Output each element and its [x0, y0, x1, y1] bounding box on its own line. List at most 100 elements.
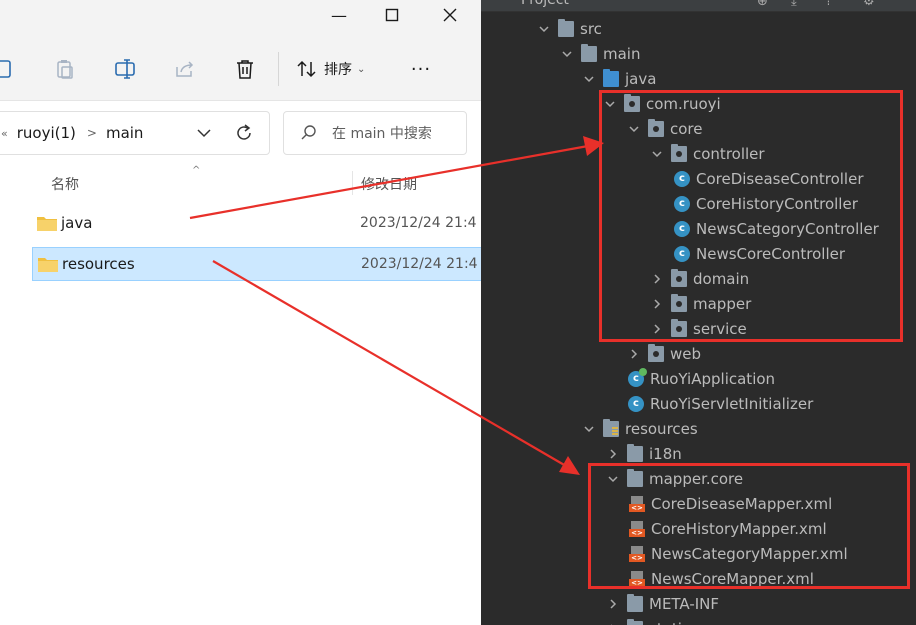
address-row: « ruoyi(1) > main 在 main 中搜索: [0, 101, 481, 165]
chevron-down-icon[interactable]: [583, 73, 595, 85]
tree-node-label: resources: [625, 419, 698, 438]
tree-node-newscategorymapper-xml[interactable]: <> NewsCategoryMapper.xml: [629, 541, 848, 566]
sort-ascending-icon: ^: [192, 165, 201, 176]
tree-node-label: RuoYiServletInitializer: [650, 394, 814, 413]
tree-node-i18n[interactable]: i18n: [607, 441, 682, 466]
locate-icon[interactable]: ⊕: [757, 0, 768, 9]
chevron-right-icon[interactable]: [651, 273, 663, 285]
expand-icon[interactable]: ⇡: [823, 0, 834, 9]
toolbar-divider: [278, 52, 279, 86]
breadcrumb-item-ruoyi[interactable]: ruoyi(1): [17, 124, 76, 142]
tree-node-newscategorycontroller[interactable]: c NewsCategoryController: [674, 216, 879, 241]
folder-icon: [627, 593, 643, 612]
rename-button[interactable]: [112, 56, 138, 82]
tree-node-core[interactable]: core: [628, 116, 703, 141]
share-button[interactable]: [172, 56, 198, 82]
file-explorer-window: — 排序 ⌄ ··· « ruoyi(1) > main 在 main 中搜索 …: [0, 0, 481, 625]
refresh-icon[interactable]: [233, 122, 255, 144]
tree-node-label: CoreHistoryController: [696, 194, 858, 213]
tree-node-label: com.ruoyi: [646, 94, 721, 113]
column-header-name[interactable]: 名称: [51, 174, 79, 194]
chevron-right-icon[interactable]: [628, 348, 640, 360]
tree-node-meta-inf[interactable]: META-INF: [607, 591, 719, 616]
delete-button[interactable]: [232, 56, 258, 82]
tree-node-resources[interactable]: resources: [583, 416, 698, 441]
minimize-button[interactable]: —: [311, 0, 367, 30]
maximize-button[interactable]: [364, 0, 420, 30]
file-row-java[interactable]: java 2023/12/24 21:4: [32, 207, 481, 241]
file-date: 2023/12/24 21:4: [361, 256, 478, 272]
tree-node-corediseasemapper-xml[interactable]: <> CoreDiseaseMapper.xml: [629, 491, 832, 516]
tree-node-newscoremapper-xml[interactable]: <> NewsCoreMapper.xml: [629, 566, 814, 591]
package-icon: [671, 268, 687, 287]
file-name: java: [61, 214, 93, 232]
close-icon: [443, 8, 457, 22]
search-icon: [301, 125, 316, 140]
tree-node-label: META-INF: [649, 594, 720, 613]
gear-icon[interactable]: ⚙: [863, 0, 875, 9]
project-panel-title[interactable]: Project: [521, 0, 569, 8]
breadcrumb-separator[interactable]: >: [87, 126, 97, 140]
tree-node-service[interactable]: service: [651, 316, 747, 341]
sort-button[interactable]: 排序 ⌄: [296, 56, 365, 82]
tree-node-corehistorymapper-xml[interactable]: <> CoreHistoryMapper.xml: [629, 516, 827, 541]
tree-node-newscorecontroller[interactable]: c NewsCoreController: [674, 241, 845, 266]
tree-node-label: mapper.core: [649, 469, 744, 488]
more-options-button[interactable]: ···: [408, 56, 434, 82]
chevron-right-icon[interactable]: [607, 448, 619, 460]
tree-node-corediseasecontroller[interactable]: c CoreDiseaseController: [674, 166, 864, 191]
package-icon: [671, 293, 687, 312]
tree-node-controller[interactable]: controller: [651, 141, 765, 166]
chevron-down-icon[interactable]: [195, 124, 213, 142]
address-bar[interactable]: « ruoyi(1) > main: [0, 111, 270, 155]
tree-node-static[interactable]: static: [607, 616, 690, 625]
column-divider[interactable]: [352, 171, 353, 195]
chevron-down-icon[interactable]: [628, 123, 640, 135]
close-button[interactable]: [422, 0, 478, 30]
share-icon: [176, 61, 194, 77]
tree-node-corehistorycontroller[interactable]: c CoreHistoryController: [674, 191, 858, 216]
tree-node-ruoyiapplication[interactable]: c RuoYiApplication: [628, 366, 775, 391]
chevron-down-icon[interactable]: [604, 98, 616, 110]
chevron-down-icon[interactable]: [538, 23, 550, 35]
tree-node-src[interactable]: src: [538, 16, 602, 41]
search-input[interactable]: 在 main 中搜索: [283, 111, 467, 155]
tree-node-label: service: [693, 319, 747, 338]
breadcrumb-item-main[interactable]: main: [106, 124, 143, 142]
chevron-down-icon[interactable]: [651, 148, 663, 160]
copy-icon: [0, 60, 11, 78]
file-row-resources[interactable]: resources 2023/12/24 21:4: [32, 247, 481, 281]
column-header-date[interactable]: 修改日期: [361, 174, 417, 194]
tree-node-label: domain: [693, 269, 750, 288]
java-class-icon: c: [628, 395, 644, 412]
tree-node-domain[interactable]: domain: [651, 266, 749, 291]
chevron-down-icon[interactable]: [561, 48, 573, 60]
chevron-right-icon[interactable]: [651, 298, 663, 310]
folder-icon: [627, 468, 643, 487]
folder-icon: [627, 618, 643, 625]
paste-icon: [57, 60, 73, 79]
command-bar: 排序 ⌄ ···: [0, 36, 481, 101]
tree-node-label: core: [670, 119, 703, 138]
folder-icon: [37, 217, 57, 231]
tree-node-java[interactable]: java: [583, 66, 656, 91]
copy-button[interactable]: [0, 56, 18, 82]
tree-node-label: mapper: [693, 294, 752, 313]
chevron-down-icon[interactable]: [607, 473, 619, 485]
tree-node-mapper[interactable]: mapper: [651, 291, 751, 316]
tree-node-main[interactable]: main: [561, 41, 640, 66]
tree-node-label: CoreDiseaseController: [696, 169, 864, 188]
tree-node-mapper-core[interactable]: mapper.core: [607, 466, 743, 491]
file-name: resources: [62, 255, 135, 273]
java-class-icon: c: [674, 220, 690, 237]
folder-icon: [38, 258, 58, 272]
chevron-right-icon[interactable]: [651, 323, 663, 335]
tree-node-com-ruoyi[interactable]: com.ruoyi: [604, 91, 721, 116]
breadcrumb-overflow[interactable]: «: [1, 127, 8, 140]
collapse-all-icon[interactable]: ⤓: [791, 0, 797, 9]
tree-node-web[interactable]: web: [628, 341, 701, 366]
chevron-right-icon[interactable]: [607, 598, 619, 610]
paste-button[interactable]: [52, 56, 78, 82]
tree-node-ruoyiservletinitializer[interactable]: c RuoYiServletInitializer: [628, 391, 813, 416]
chevron-down-icon[interactable]: [583, 423, 595, 435]
